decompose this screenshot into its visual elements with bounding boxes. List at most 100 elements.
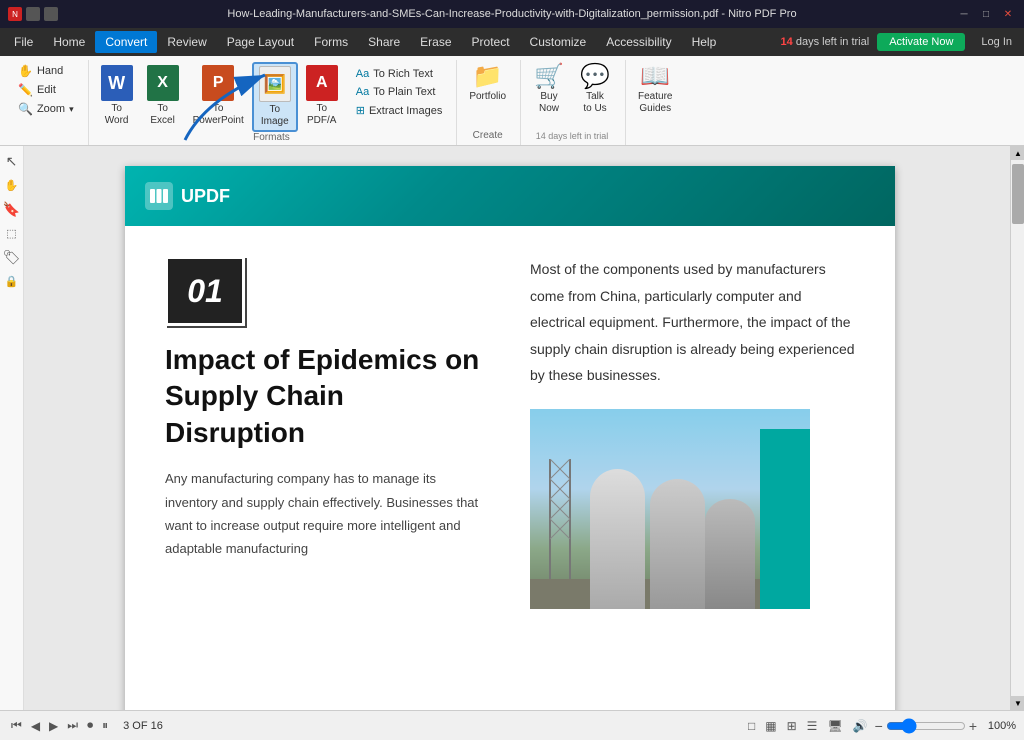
to-pdfa-label: ToPDF/A [307, 103, 336, 127]
powerpoint-icon: P [202, 65, 234, 101]
talk-to-us-label: Talkto Us [583, 91, 606, 115]
window-controls: ─ □ ✕ [956, 6, 1016, 22]
portfolio-label: Portfolio [469, 91, 506, 103]
menu-share[interactable]: Share [358, 31, 410, 53]
ribbon-convert-formats: W ToWord X ToExcel P ToPowerPoint 🖼️ ToI… [91, 60, 458, 145]
ribbon-purchase-group: 🛒 BuyNow 💬 Talkto Us 14 days left in tri… [523, 60, 626, 145]
to-powerpoint-button[interactable]: P ToPowerPoint [187, 62, 250, 130]
document-page: UPDF 01 Impact of Epidemics on Supply Ch… [125, 166, 895, 710]
hand-tool-button[interactable]: ✋ Hand [12, 62, 69, 80]
ribbon-view-tools: ✋ Hand ✏️ Edit 🔍 Zoom ▾ [8, 60, 89, 145]
menu-customize[interactable]: Customize [520, 31, 597, 53]
bookmark-panel-button[interactable]: 🔖 [1, 198, 23, 220]
to-word-button[interactable]: W ToWord [95, 62, 139, 130]
hand-panel-button[interactable]: ✋ [1, 174, 23, 196]
buy-now-label: BuyNow [539, 91, 559, 115]
title-bar: N How-Leading-Manufacturers-and-SMEs-Can… [0, 0, 1024, 28]
to-image-label: ToImage [261, 104, 289, 128]
section-title: Impact of Epidemics on Supply Chain Disr… [165, 342, 490, 451]
menu-help[interactable]: Help [682, 31, 727, 53]
edit-tool-button[interactable]: ✏️ Edit [12, 81, 62, 99]
close-button[interactable]: ✕ [1000, 6, 1016, 22]
pdfa-icon: A [306, 65, 338, 101]
buy-now-button[interactable]: 🛒 BuyNow [527, 62, 571, 118]
tower-svg [540, 459, 590, 579]
view-tools-bar: □ ▦ ⊞ ☰ 🖥 🔊 [745, 718, 871, 734]
ribbon-create-group: 📁 Portfolio Create [459, 60, 521, 145]
search-panel-button[interactable]: ⬚ [1, 222, 23, 244]
silo-2 [650, 479, 705, 609]
two-page-button[interactable]: ⊞ [784, 718, 800, 734]
scroll-down-button[interactable]: ▼ [1011, 696, 1024, 710]
trial-text: days left in trial [796, 36, 869, 48]
section-description: Any manufacturing company has to manage … [165, 467, 490, 561]
next-page-button[interactable]: ▶ [46, 718, 61, 734]
menu-bar: File Home Convert Review Page Layout For… [0, 28, 1024, 56]
create-label: Create [473, 130, 503, 143]
fullscreen-button[interactable]: 🖥 [824, 718, 845, 734]
menu-page-layout[interactable]: Page Layout [217, 31, 304, 53]
menu-convert[interactable]: Convert [95, 31, 157, 53]
vertical-scrollbar[interactable]: ▲ ▼ [1010, 146, 1024, 710]
plain-text-icon: Aa [356, 86, 369, 98]
tag-panel-button[interactable]: 🏷 [1, 246, 23, 268]
ribbon: ✋ Hand ✏️ Edit 🔍 Zoom ▾ W ToWord X [0, 56, 1024, 146]
to-excel-button[interactable]: X ToExcel [141, 62, 185, 130]
document-header: UPDF [125, 166, 895, 226]
record-button[interactable]: ⏺ [84, 717, 96, 734]
document-viewer[interactable]: UPDF 01 Impact of Epidemics on Supply Ch… [24, 146, 996, 710]
first-page-button[interactable]: ⏮ [8, 717, 25, 734]
formats-label: Formats [253, 132, 290, 145]
left-toolbar: ↖ ✋ 🔖 ⬚ 🏷 🔒 [0, 146, 24, 740]
edit-icon: ✏️ [18, 83, 33, 97]
trial-notice: 14 days left in trial [781, 36, 870, 48]
zoom-plus-button[interactable]: + [969, 718, 977, 734]
menu-forms[interactable]: Forms [304, 31, 358, 53]
page-navigation: ⏮ ◀ ▶ ⏭ ⏺ ⏸ [8, 717, 111, 734]
cursor-tool-button[interactable]: ↖ [1, 150, 23, 172]
maximize-button[interactable]: □ [978, 6, 994, 22]
updf-logo-icon [145, 182, 173, 210]
menu-accessibility[interactable]: Accessibility [596, 31, 681, 53]
minimize-button[interactable]: ─ [956, 6, 972, 22]
to-plain-text-button[interactable]: Aa To Plain Text [350, 84, 449, 100]
to-pdfa-button[interactable]: A ToPDF/A [300, 62, 344, 130]
document-body: 01 Impact of Epidemics on Supply Chain D… [125, 226, 895, 639]
prev-page-button[interactable]: ◀ [28, 718, 43, 734]
continuous-scroll-button[interactable]: ☰ [804, 718, 821, 734]
fit-width-button[interactable]: ▦ [762, 718, 779, 734]
to-image-button[interactable]: 🖼️ ToImage [252, 62, 298, 132]
zoom-controls: − + 100% [875, 718, 1016, 734]
menu-protect[interactable]: Protect [462, 31, 520, 53]
hand-icon: ✋ [18, 64, 33, 78]
scroll-up-button[interactable]: ▲ [1011, 146, 1024, 160]
to-rich-text-button[interactable]: Aa To Rich Text [350, 66, 449, 82]
zoom-minus-button[interactable]: − [875, 718, 883, 734]
last-page-button[interactable]: ⏭ [64, 717, 81, 734]
audio-button[interactable]: 🔊 [850, 718, 871, 734]
login-button[interactable]: Log In [973, 33, 1020, 51]
scroll-thumb[interactable] [1012, 164, 1024, 224]
document-left-column: 01 Impact of Epidemics on Supply Chain D… [165, 256, 490, 609]
menu-erase[interactable]: Erase [410, 31, 461, 53]
zoom-tool-button[interactable]: 🔍 Zoom ▾ [12, 100, 80, 118]
activate-now-button[interactable]: Activate Now [877, 33, 965, 51]
trial-group-label: 14 days left in trial [536, 131, 609, 143]
lock-panel-button[interactable]: 🔒 [1, 270, 23, 292]
to-powerpoint-label: ToPowerPoint [193, 103, 244, 127]
talk-to-us-button[interactable]: 💬 Talkto Us [573, 62, 617, 118]
menu-file[interactable]: File [4, 31, 43, 53]
portfolio-button[interactable]: 📁 Portfolio [463, 62, 512, 106]
extract-images-button[interactable]: ⊞ Extract Images [350, 102, 449, 119]
menu-home[interactable]: Home [43, 31, 95, 53]
zoom-slider[interactable] [886, 718, 966, 734]
feature-guides-button[interactable]: 📖 FeatureGuides [632, 62, 678, 118]
to-excel-label: ToExcel [150, 103, 174, 127]
menu-review[interactable]: Review [157, 31, 216, 53]
app-icons: N [8, 7, 58, 21]
zoom-icon: 🔍 [18, 102, 33, 116]
status-bar: ⏮ ◀ ▶ ⏭ ⏺ ⏸ 3 OF 16 □ ▦ ⊞ ☰ 🖥 🔊 − + 100% [0, 710, 1024, 740]
pause-button[interactable]: ⏸ [99, 717, 111, 734]
cart-icon: 🛒 [534, 65, 564, 89]
fit-page-button[interactable]: □ [745, 718, 758, 734]
